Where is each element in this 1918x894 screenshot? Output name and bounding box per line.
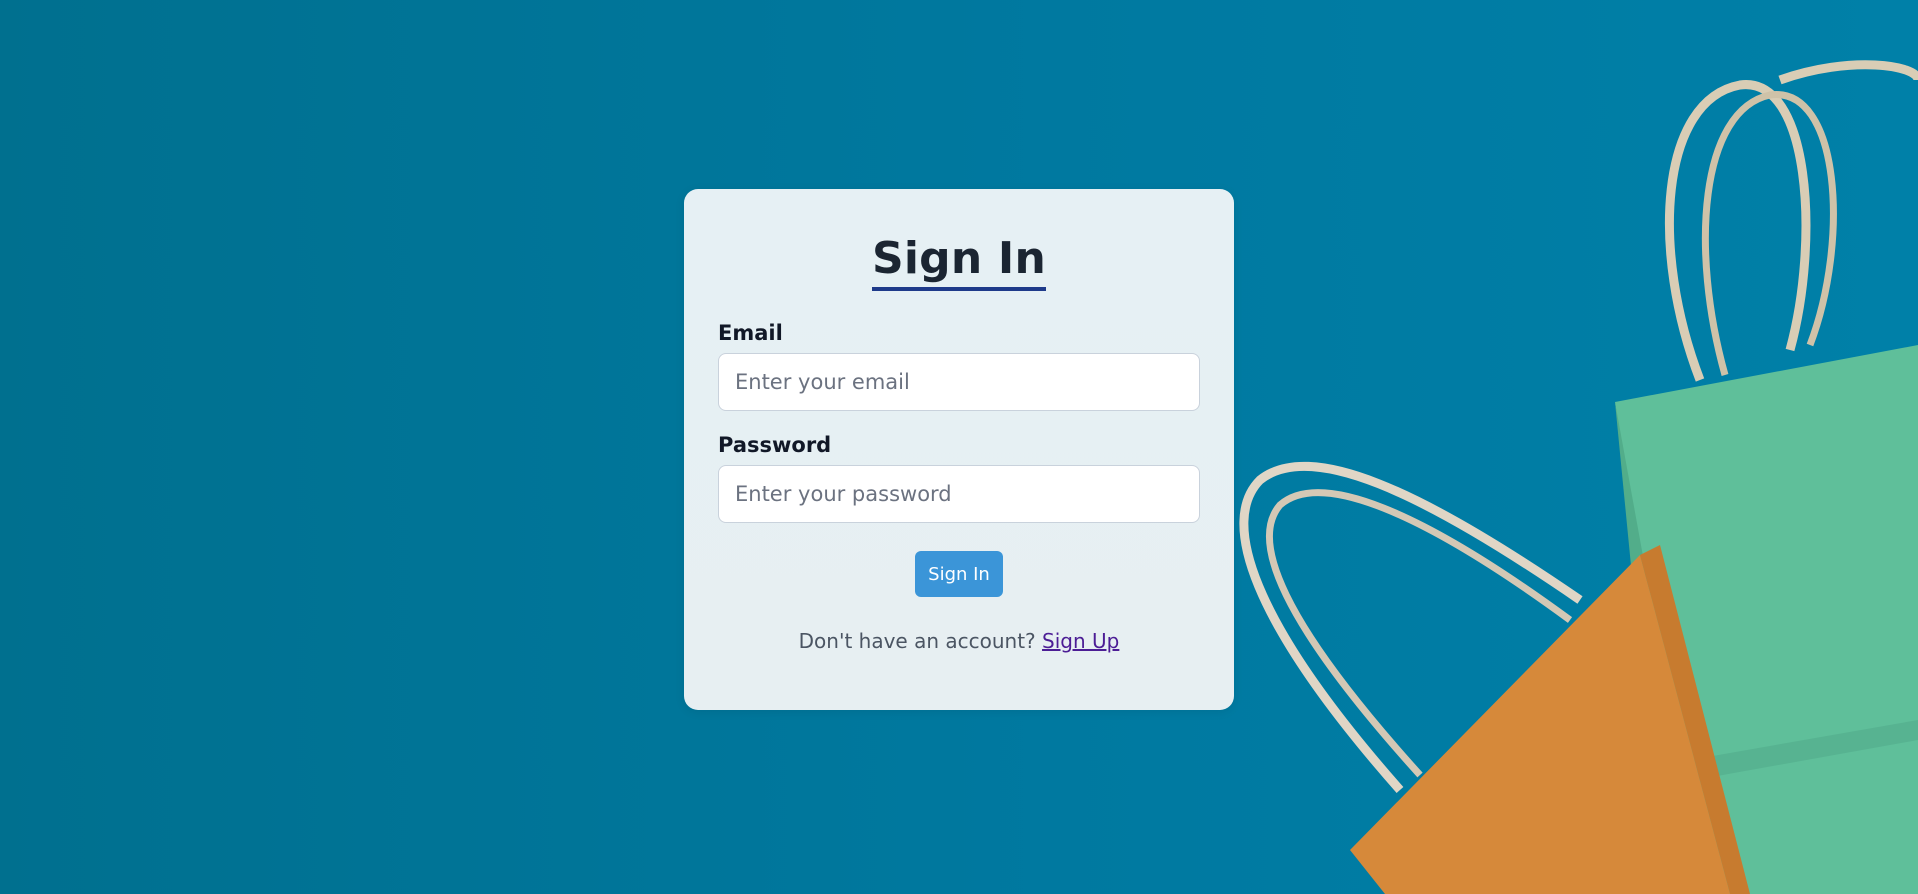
button-row: Sign In <box>718 551 1200 597</box>
password-field-group: Password <box>718 433 1200 523</box>
password-input[interactable] <box>718 465 1200 523</box>
email-field-group: Email <box>718 321 1200 411</box>
sign-up-link[interactable]: Sign Up <box>1042 629 1119 653</box>
sign-in-card: Sign In Email Password Sign In Don't hav… <box>684 189 1234 710</box>
page-title: Sign In <box>871 233 1046 291</box>
signup-prompt-text: Don't have an account? <box>798 629 1036 653</box>
title-wrap: Sign In <box>718 233 1200 291</box>
email-input[interactable] <box>718 353 1200 411</box>
sign-in-button[interactable]: Sign In <box>915 551 1003 597</box>
password-label: Password <box>718 433 832 457</box>
email-label: Email <box>718 321 783 345</box>
sign-in-form: Email Password Sign In Don't have an acc… <box>718 321 1200 653</box>
signup-prompt: Don't have an account? Sign Up <box>718 629 1200 653</box>
